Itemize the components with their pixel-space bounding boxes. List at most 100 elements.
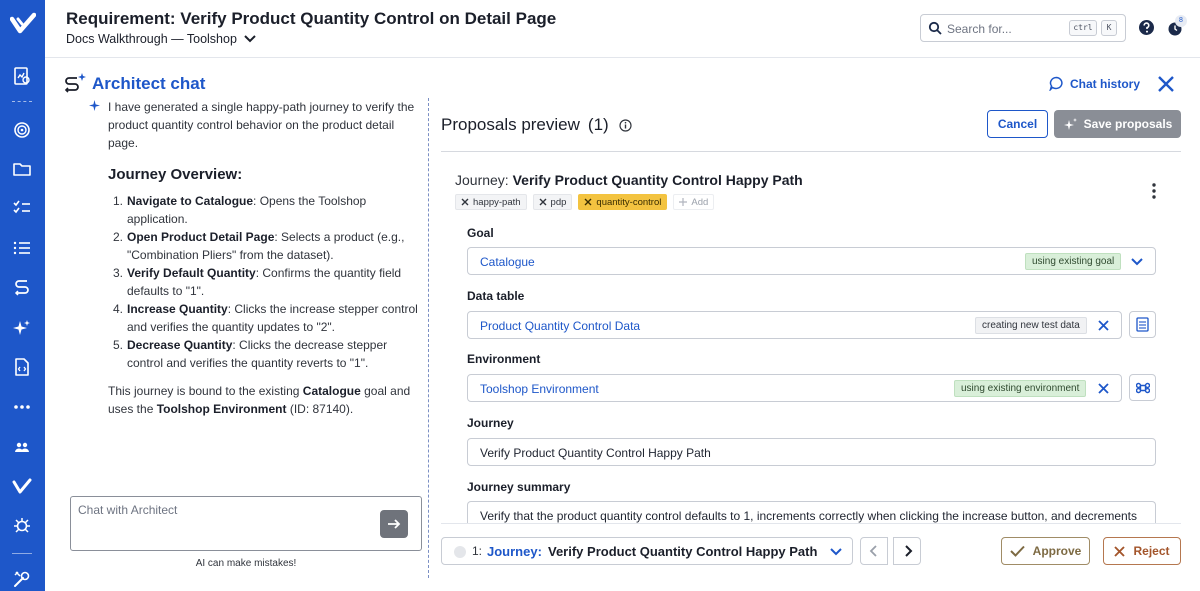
file-code-icon[interactable] [12, 357, 32, 377]
kebab-menu-icon[interactable] [1146, 182, 1162, 200]
proposals-count: (1) [587, 115, 609, 134]
more-icon[interactable] [12, 397, 32, 417]
tag-pdp[interactable]: pdp [532, 194, 573, 210]
remove-tag-icon[interactable] [461, 198, 469, 206]
chat-history-label: Chat history [1070, 76, 1141, 91]
ai-disclaimer: AI can make mistakes! [195, 558, 297, 569]
shortcut-key: K [1101, 20, 1117, 36]
tag-happy-path[interactable]: happy-path [455, 194, 527, 210]
list-item: 4. Increase Quantity: Clicks the increase… [113, 302, 418, 334]
send-button[interactable] [380, 510, 408, 538]
search-input[interactable] [947, 20, 1062, 37]
rail-separator [12, 553, 32, 554]
chevron-down-icon[interactable] [1130, 256, 1144, 268]
chat-overview-heading: Journey Overview: [108, 166, 243, 183]
chevron-down-icon [244, 35, 256, 43]
environment-shortcut-button[interactable] [1129, 374, 1156, 401]
save-proposals-button[interactable]: Save proposals [1054, 110, 1181, 138]
list-item: 1. Navigate to Catalogue: Opens the Tools… [113, 194, 367, 226]
status-badge: using existing environment [954, 380, 1087, 397]
chat-title: Architect chat [92, 74, 206, 93]
data-table-label: Data table [467, 289, 525, 303]
add-tag-button[interactable]: Add [673, 194, 715, 210]
list-icon[interactable] [12, 238, 32, 258]
sparkle-icon [1063, 117, 1077, 130]
arrow-right-icon [388, 519, 401, 529]
journey-name-value: Verify Product Quantity Control Happy Pa… [480, 446, 711, 460]
tag-quantity-control[interactable]: quantity-control [578, 194, 668, 210]
list-item: 3. Verify Default Quantity: Confirms the … [113, 266, 402, 298]
journey-picker-name: Verify Product Quantity Control Happy Pa… [548, 544, 818, 559]
brand-icon[interactable] [12, 477, 32, 497]
reject-button[interactable]: Reject [1103, 537, 1181, 565]
page-header: Requirement: Verify Product Quantity Con… [45, 0, 1200, 58]
data-table-value: Product Quantity Control Data [480, 319, 641, 333]
journey-heading: Journey: Verify Product Quantity Control… [455, 172, 803, 188]
flow-icon[interactable] [12, 278, 32, 298]
divider [441, 523, 1181, 524]
help-icon[interactable] [1138, 19, 1155, 36]
tools-icon[interactable] [12, 569, 32, 589]
environment-label: Environment [467, 352, 541, 366]
tag-list: happy-path pdp quantity-control Add [455, 194, 715, 210]
previous-button[interactable] [860, 537, 888, 565]
proposals-title: Proposals preview (1) [441, 115, 632, 135]
next-button[interactable] [893, 537, 921, 565]
people-icon[interactable] [12, 437, 32, 457]
architect-icon [64, 73, 86, 93]
chevron-left-icon [869, 545, 877, 557]
search-icon [928, 21, 942, 35]
command-icon [1136, 382, 1150, 394]
journey-summary-label: Journey summary [467, 480, 571, 494]
sparkle-icon [89, 100, 100, 111]
goal-select[interactable]: Catalogue using existing goal [467, 247, 1156, 275]
journey-name-input[interactable]: Verify Product Quantity Control Happy Pa… [467, 438, 1156, 466]
breadcrumb-label: Docs Walkthrough — Toolshop [66, 32, 237, 46]
table-view-button[interactable] [1129, 311, 1156, 338]
journey-index: 1: [472, 544, 483, 558]
report-icon[interactable] [12, 66, 32, 86]
table-icon [1136, 317, 1149, 332]
chevron-right-icon [905, 545, 913, 557]
info-icon[interactable] [619, 118, 632, 132]
chat-intro: I have generated a single happy-path jou… [108, 100, 415, 150]
remove-tag-icon[interactable] [584, 198, 592, 206]
environment-value: Toolshop Environment [480, 382, 599, 396]
close-icon[interactable] [1157, 75, 1175, 93]
sparkle-icon[interactable] [12, 318, 32, 338]
journey-summary-value: Verify that the product quantity control… [480, 509, 1138, 523]
environment-select[interactable]: Toolshop Environment using existing envi… [467, 374, 1122, 402]
notification-badge: 8 [1175, 15, 1187, 27]
data-table-select[interactable]: Product Quantity Control Data creating n… [467, 311, 1122, 339]
rail-separator [12, 101, 32, 102]
checklist-icon[interactable] [12, 198, 32, 218]
journey-summary-input[interactable]: Verify that the product quantity control… [467, 501, 1156, 523]
shortcut-ctrl: ctrl [1069, 20, 1097, 36]
status-badge: creating new test data [975, 317, 1087, 334]
cancel-button[interactable]: Cancel [987, 110, 1048, 138]
journey-picker[interactable]: 1: Journey: Verify Product Quantity Cont… [441, 537, 853, 565]
page-title: Requirement: Verify Product Quantity Con… [66, 9, 557, 28]
chevron-down-icon [830, 548, 842, 556]
goal-label: Goal [467, 226, 494, 240]
remove-tag-icon[interactable] [539, 198, 547, 206]
journey-label: Journey [467, 416, 514, 430]
breadcrumb[interactable]: Docs Walkthrough — Toolshop [66, 32, 257, 46]
status-dot [454, 546, 466, 558]
goal-value: Catalogue [480, 255, 535, 269]
approve-button[interactable]: Approve [1001, 537, 1090, 565]
close-icon [1114, 545, 1126, 557]
logo-check-icon[interactable] [10, 12, 36, 38]
chat-composer[interactable] [70, 496, 422, 551]
clear-icon[interactable] [1097, 382, 1110, 395]
divider [441, 151, 1181, 152]
bug-icon[interactable] [12, 516, 32, 536]
target-icon[interactable] [12, 120, 32, 140]
status-badge: using existing goal [1025, 253, 1122, 270]
chat-input[interactable] [78, 503, 368, 543]
clear-icon[interactable] [1097, 319, 1110, 332]
chat-history-button[interactable]: Chat history [1049, 76, 1140, 91]
folder-icon[interactable] [12, 159, 32, 179]
search-box[interactable]: ctrl K [920, 14, 1126, 42]
chat-steps: 1. Navigate to Catalogue: Opens the Tools… [113, 192, 418, 372]
